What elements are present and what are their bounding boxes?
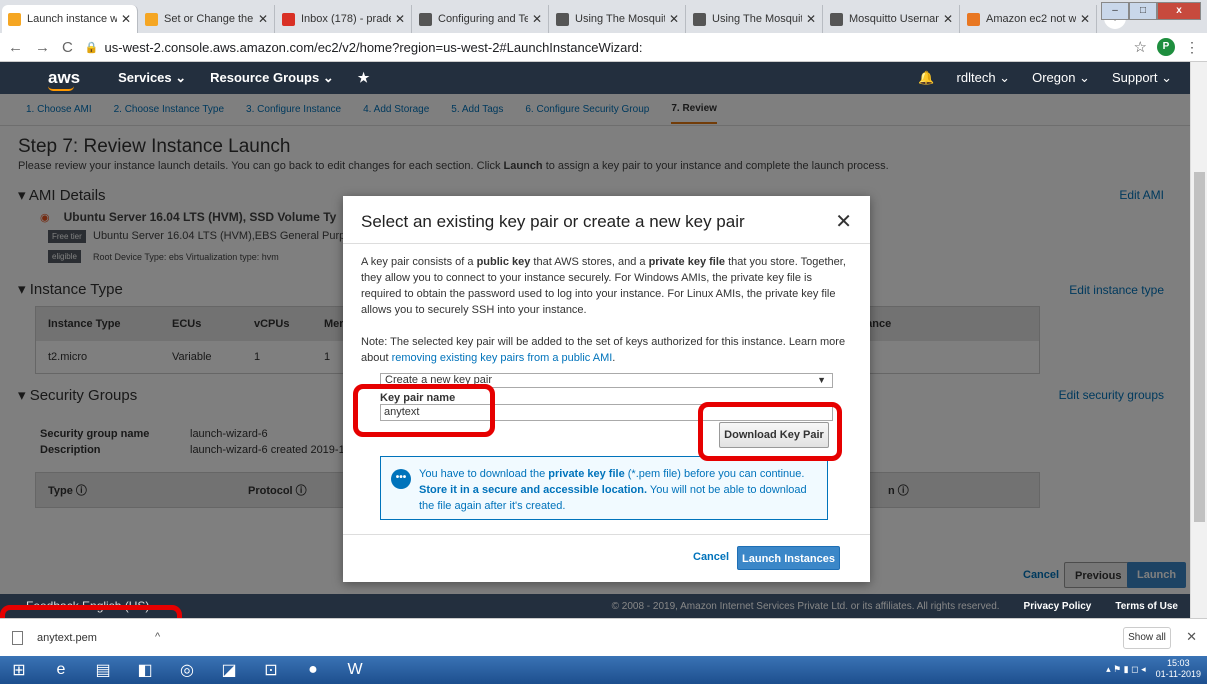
- tab-title: Mosquitto Usernam: [849, 13, 939, 25]
- tab-close-icon[interactable]: ✕: [943, 12, 953, 26]
- tab-title: Inbox (178) - pradee: [301, 13, 391, 25]
- browser-tab-strip: Launch instance wiza✕Set or Change the R…: [0, 0, 1207, 33]
- word-icon[interactable]: W: [336, 657, 374, 683]
- windows-taskbar: ⊞ e ▤ ◧ ◎ ◪ ⊡ ● W ▴ ⚑ ▮ ◻ ◂ 15:03 01-11-2…: [0, 656, 1207, 684]
- tab-close-icon[interactable]: ✕: [806, 12, 816, 26]
- address-bar[interactable]: us-west-2.console.aws.amazon.com/ec2/v2/…: [105, 40, 1134, 55]
- terms-link[interactable]: Terms of Use: [1115, 601, 1178, 612]
- dialog-header: Select an existing key pair or create a …: [343, 196, 870, 244]
- tab-title: Using The Mosquitto: [712, 13, 802, 25]
- profile-avatar[interactable]: P: [1157, 38, 1175, 56]
- globe-icon: [556, 12, 569, 26]
- remove-key-pairs-link[interactable]: removing existing key pairs from a publi…: [392, 352, 613, 364]
- tab-title: Using The Mosquitto: [575, 13, 665, 25]
- tab-title: Set or Change the R: [164, 13, 254, 25]
- ie-icon[interactable]: e: [42, 657, 80, 683]
- page-scrollbar[interactable]: [1190, 62, 1207, 618]
- download-bar: anytext.pem ^ Show all ✕: [0, 618, 1207, 656]
- globe-icon: [830, 12, 843, 26]
- key-pair-note: Note: The selected key pair will be adde…: [361, 336, 846, 364]
- highlight-download: [698, 402, 842, 461]
- globe-icon: [693, 12, 706, 26]
- dialog-title: Select an existing key pair or create a …: [361, 212, 745, 231]
- scrollbar-thumb[interactable]: [1194, 172, 1205, 522]
- bookmark-star-icon[interactable]: ☆: [1134, 38, 1147, 56]
- clock-time: 15:03: [1167, 658, 1190, 668]
- browser-tab[interactable]: Mosquitto Usernam ✕: [824, 5, 960, 33]
- show-all-button[interactable]: Show all: [1123, 627, 1171, 649]
- browser-tab[interactable]: Using The Mosquitto ✕: [687, 5, 823, 33]
- start-button-icon[interactable]: ⊞: [0, 657, 38, 683]
- browser-tab[interactable]: Inbox (178) - pradee ✕: [276, 5, 412, 33]
- tab-close-icon[interactable]: ✕: [532, 12, 542, 26]
- reload-icon[interactable]: C: [62, 39, 73, 56]
- tab-close-icon[interactable]: ✕: [395, 12, 405, 26]
- app-icon[interactable]: ◪: [210, 657, 248, 683]
- dialog-cancel-button[interactable]: Cancel: [693, 551, 729, 563]
- tab-close-icon[interactable]: ✕: [258, 12, 268, 26]
- region-menu[interactable]: Oregon ⌄: [1032, 70, 1090, 86]
- aws-cube-icon: [145, 12, 158, 26]
- file-icon: [12, 631, 23, 645]
- forward-icon[interactable]: →: [35, 39, 50, 56]
- pin-icon[interactable]: ★: [358, 70, 370, 86]
- launch-instances-button[interactable]: Launch Instances: [737, 546, 840, 570]
- aws-logo[interactable]: aws: [48, 68, 80, 91]
- stack-icon: [967, 12, 980, 26]
- highlight-key-name: [353, 384, 495, 437]
- tab-title: Amazon ec2 not wor: [986, 13, 1076, 25]
- clock-date: 01-11-2019: [1155, 669, 1201, 679]
- tab-close-icon[interactable]: ✕: [669, 12, 679, 26]
- account-menu[interactable]: rdltech ⌄: [957, 70, 1011, 86]
- chat-info-icon: •••: [391, 469, 411, 489]
- browser-menu-icon[interactable]: ⋮: [1185, 39, 1199, 56]
- explorer-icon[interactable]: ▤: [84, 657, 122, 683]
- globe-icon: [419, 12, 432, 26]
- browser-tab[interactable]: Using The Mosquitto ✕: [550, 5, 686, 33]
- browser-tab[interactable]: Set or Change the R ✕: [139, 5, 275, 33]
- browser-tab[interactable]: Launch instance wiza ✕: [2, 5, 138, 33]
- downloaded-file[interactable]: anytext.pem: [12, 631, 97, 645]
- network-app-icon[interactable]: ⊡: [252, 657, 290, 683]
- minimize-button[interactable]: –: [1101, 2, 1129, 20]
- back-icon[interactable]: ←: [8, 39, 23, 56]
- tray-icons[interactable]: ▴ ⚑ ▮ ◻ ◂: [1106, 664, 1146, 675]
- services-menu[interactable]: Services ⌄: [118, 70, 186, 86]
- chrome-icon[interactable]: ◎: [168, 657, 206, 683]
- browser-tab[interactable]: Configuring and Test ✕: [413, 5, 549, 33]
- tab-close-icon[interactable]: ✕: [1080, 12, 1090, 26]
- close-download-bar-icon[interactable]: ✕: [1186, 629, 1197, 645]
- privacy-link[interactable]: Privacy Policy: [1024, 601, 1092, 612]
- download-info-box: ••• You have to download the private key…: [380, 456, 828, 520]
- copyright-text: © 2008 - 2019, Amazon Internet Services …: [611, 600, 1000, 612]
- resource-groups-menu[interactable]: Resource Groups ⌄: [210, 70, 334, 86]
- dialog-footer-divider: [343, 534, 870, 535]
- close-icon[interactable]: ✕: [835, 209, 852, 234]
- mqtt-icon[interactable]: ●: [294, 657, 332, 683]
- window-controls: – □ x: [1101, 2, 1201, 20]
- aws-top-nav: aws Services ⌄ Resource Groups ⌄ ★ 🔔 rdl…: [0, 62, 1190, 94]
- lock-icon[interactable]: 🔒: [85, 41, 99, 54]
- dropdown-arrow-icon: ▼: [817, 375, 826, 385]
- key-pair-explanation: A key pair consists of a public key that…: [361, 256, 846, 316]
- system-tray: ▴ ⚑ ▮ ◻ ◂ 15:03 01-11-2019: [1106, 658, 1201, 680]
- support-menu[interactable]: Support ⌄: [1112, 70, 1172, 86]
- bell-icon[interactable]: 🔔: [918, 70, 934, 86]
- aws-cube-icon: [8, 12, 21, 26]
- download-info-text: You have to download the private key fil…: [419, 468, 807, 512]
- maximize-button[interactable]: □: [1129, 2, 1157, 20]
- tab-title: Configuring and Test: [438, 13, 528, 25]
- window-close-button[interactable]: x: [1157, 2, 1201, 20]
- gmail-icon: [282, 12, 295, 26]
- browser-toolbar: ← → C 🔒 us-west-2.console.aws.amazon.com…: [0, 33, 1207, 62]
- tab-close-icon[interactable]: ✕: [121, 12, 131, 26]
- chevron-up-icon[interactable]: ^: [155, 631, 160, 643]
- outlook-icon[interactable]: ◧: [126, 657, 164, 683]
- tab-title: Launch instance wiza: [27, 13, 117, 25]
- browser-tab[interactable]: Amazon ec2 not wor ✕: [961, 5, 1097, 33]
